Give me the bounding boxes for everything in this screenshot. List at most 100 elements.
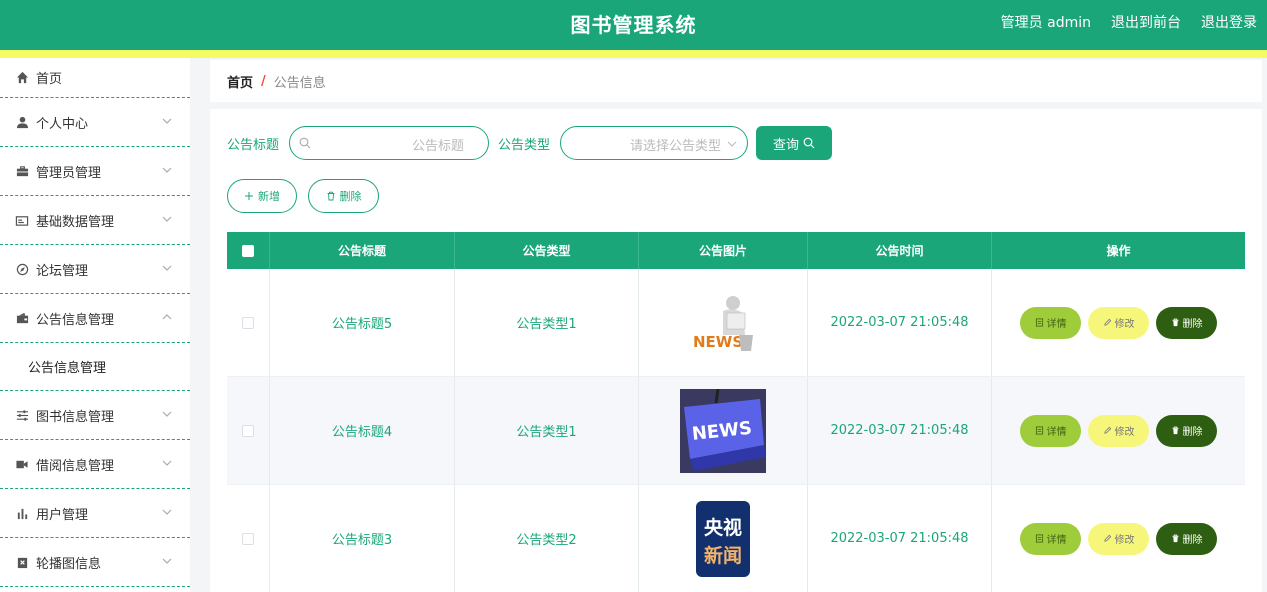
compass-icon	[15, 262, 29, 276]
sidebar-item-user-management[interactable]: 用户管理	[0, 489, 190, 538]
title-filter-label: 公告标题	[227, 137, 280, 153]
action-buttons: 新增 删除	[227, 179, 379, 213]
trash-icon	[1171, 426, 1179, 435]
detail-button-label: 详情	[1046, 427, 1067, 438]
row-checkbox[interactable]	[242, 424, 254, 437]
chevron-down-icon	[162, 118, 172, 124]
logout-link[interactable]: 退出登录	[1201, 12, 1257, 32]
search-icon	[803, 137, 815, 149]
pencil-icon	[1103, 534, 1111, 542]
type-select[interactable]: 请选择公告类型	[560, 126, 749, 160]
title-search-input[interactable]: 公告标题	[289, 126, 490, 160]
chevron-up-icon	[162, 314, 172, 320]
user-icon	[15, 115, 29, 129]
card-icon	[15, 213, 29, 227]
row-checkbox[interactable]	[242, 532, 254, 545]
notice-type-cell: 公告类型1	[455, 377, 639, 484]
row-check-cell	[227, 485, 270, 592]
news-reader-text: NEWS	[693, 333, 743, 351]
sidebar-item-forum[interactable]: 论坛管理	[0, 245, 190, 294]
table-row: 公告标题3 公告类型2 央视 新闻 2022-03-07 21:05:48 详情	[227, 485, 1245, 592]
breadcrumb-home[interactable]: 首页	[227, 72, 253, 91]
notice-image-cell: NEWS	[639, 377, 808, 484]
news-reader-image[interactable]: NEWS	[687, 290, 759, 355]
cctv-news-image[interactable]: 央视 新闻	[696, 500, 750, 577]
delete-button[interactable]: 删除	[1156, 306, 1217, 339]
detail-button[interactable]: 详情	[1020, 414, 1081, 447]
delete-button-label: 删除	[339, 190, 362, 203]
notice-time-cell: 2022-03-07 21:05:48	[808, 269, 992, 376]
top-header: 图书管理系统 管理员 admin 退出到前台 退出登录	[0, 0, 1267, 50]
accent-bar	[0, 50, 1267, 58]
add-button-label: 新增	[258, 190, 280, 203]
clipboard-icon	[15, 555, 29, 569]
sidebar-item-carousel[interactable]: 轮播图信息	[0, 538, 190, 587]
column-header[interactable]: 公告类型	[455, 232, 639, 269]
document-icon	[1035, 318, 1043, 327]
notice-time-cell: 2022-03-07 21:05:48	[808, 485, 992, 592]
sidebar-item-label: 论坛管理	[36, 263, 89, 279]
type-filter-label: 公告类型	[498, 137, 551, 153]
edit-button-label: 修改	[1114, 535, 1135, 546]
sidebar-item-book-management[interactable]: 图书信息管理	[0, 391, 190, 440]
cctv-badge-top-text: 央视	[704, 516, 742, 539]
row-check-cell	[227, 269, 270, 376]
sidebar-item-borrow-management[interactable]: 借阅信息管理	[0, 440, 190, 489]
row-actions-cell: 详情 修改 删除	[992, 377, 1245, 484]
notice-title-cell: 公告标题5	[270, 269, 455, 376]
notice-type-cell: 公告类型1	[455, 269, 639, 376]
type-select-placeholder: 请选择公告类型	[630, 139, 722, 154]
row-checkbox[interactable]	[242, 316, 254, 329]
notice-type-cell: 公告类型2	[455, 485, 639, 592]
sidebar-item-home[interactable]: 首页	[0, 58, 190, 98]
edit-button[interactable]: 修改	[1088, 522, 1149, 555]
delete-button[interactable]: 删除	[1156, 414, 1217, 447]
column-header[interactable]: 公告图片	[639, 232, 808, 269]
notice-title-cell: 公告标题3	[270, 485, 455, 592]
row-actions-cell: 详情 修改 删除	[992, 485, 1245, 592]
notice-image-cell: NEWS	[639, 269, 808, 376]
notice-table: 公告标题 公告类型 公告图片 公告时间 操作 公告标题5 公告类型1 NEWS	[227, 232, 1245, 592]
query-button[interactable]: 查询	[756, 126, 833, 160]
table-row: 公告标题5 公告类型1 NEWS 2022-03-07 21:05:48 详情	[227, 269, 1245, 377]
trash-icon	[327, 191, 334, 201]
detail-button[interactable]: 详情	[1020, 306, 1081, 339]
edit-button-label: 修改	[1114, 427, 1135, 438]
notice-image-cell: 央视 新闻	[639, 485, 808, 592]
home-icon	[15, 71, 29, 85]
header-links: 管理员 admin 退出到前台 退出登录	[1001, 12, 1257, 32]
column-header[interactable]: 公告标题	[270, 232, 455, 269]
edit-button[interactable]: 修改	[1088, 306, 1149, 339]
sidebar-item-label: 首页	[36, 72, 63, 87]
delete-button-label: 删除	[1182, 427, 1203, 438]
wallet-icon	[15, 311, 29, 325]
detail-button[interactable]: 详情	[1020, 522, 1081, 555]
breadcrumb-current: 公告信息	[273, 75, 326, 91]
select-all-cell	[227, 232, 270, 269]
add-button[interactable]: 新增	[227, 179, 297, 213]
exit-to-front-link[interactable]: 退出到前台	[1111, 12, 1181, 32]
main-panel: 公告标题 公告标题 公告类型 请选择公告类型 查询 新增 删除 公告标题 公告类…	[210, 109, 1262, 592]
submenu-notice-info[interactable]: 公告信息管理	[0, 343, 190, 391]
document-icon	[1035, 534, 1043, 543]
sidebar-item-personal-center[interactable]: 个人中心	[0, 98, 190, 147]
news-key-image[interactable]: NEWS	[680, 388, 766, 473]
sidebar-item-notice-management[interactable]: 公告信息管理	[0, 294, 190, 343]
sidebar: 首页 个人中心 管理员管理 基础数据管理 论坛管理 公告信息管理 公告信息管理 …	[0, 58, 190, 592]
bulk-delete-button[interactable]: 删除	[308, 179, 379, 213]
select-all-checkbox[interactable]	[242, 244, 254, 257]
delete-button-label: 删除	[1182, 535, 1203, 546]
admin-label[interactable]: 管理员 admin	[1001, 12, 1091, 32]
breadcrumb: 首页 / 公告信息	[210, 60, 1262, 102]
edit-button[interactable]: 修改	[1088, 414, 1149, 447]
search-bar: 公告标题 公告标题 公告类型 请选择公告类型 查询	[227, 126, 833, 160]
delete-button[interactable]: 删除	[1156, 522, 1217, 555]
sidebar-item-admin-management[interactable]: 管理员管理	[0, 147, 190, 196]
chevron-down-icon	[162, 558, 172, 564]
column-header[interactable]: 公告时间	[808, 232, 992, 269]
sidebar-item-basic-data[interactable]: 基础数据管理	[0, 196, 190, 245]
plus-icon	[245, 192, 253, 200]
detail-button-label: 详情	[1046, 535, 1067, 546]
table-row: 公告标题4 公告类型1 NEWS 2022-03-07 21:05:48 详情	[227, 377, 1245, 485]
row-actions: 详情 修改 删除	[1020, 306, 1217, 339]
